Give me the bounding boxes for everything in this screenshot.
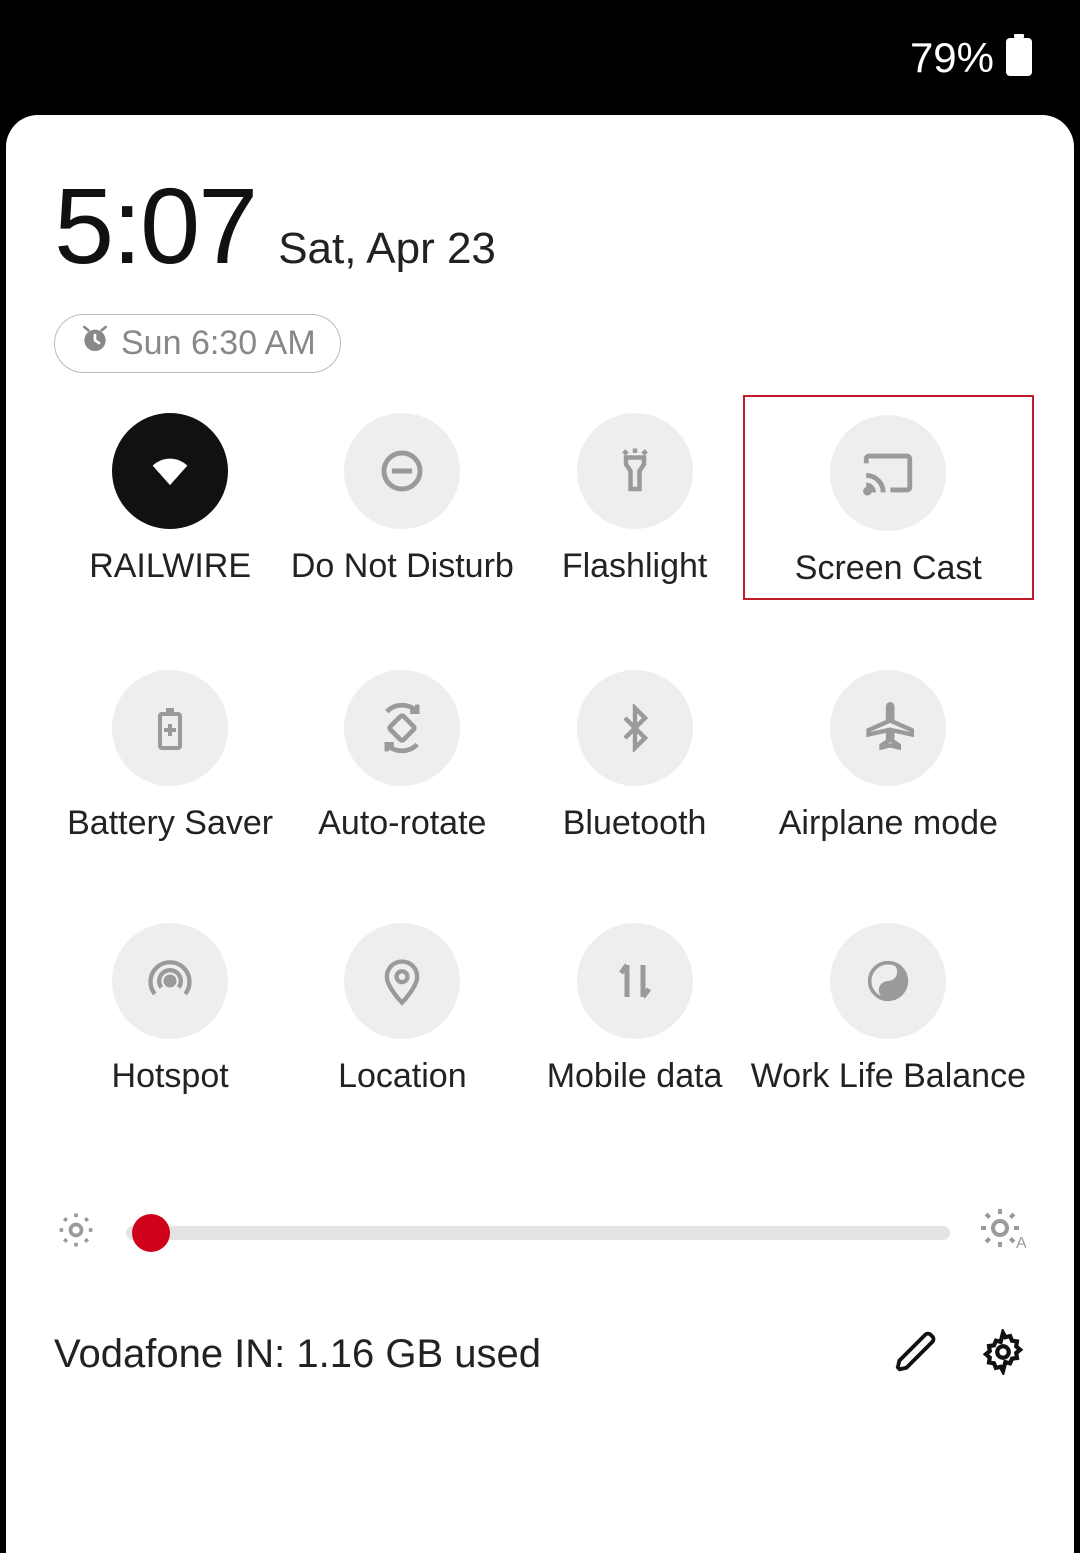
battery-icon <box>1006 34 1032 81</box>
tile-label: Mobile data <box>547 1057 723 1096</box>
svg-text:A: A <box>1016 1235 1026 1252</box>
tile-flashlight[interactable]: Flashlight <box>518 413 750 590</box>
tile-location[interactable]: Location <box>286 923 518 1096</box>
settings-icon[interactable] <box>980 1329 1026 1380</box>
tile-screencast[interactable]: Screen Cast <box>743 395 1034 600</box>
tile-airplane[interactable]: Airplane mode <box>751 670 1026 843</box>
alarm-chip[interactable]: Sun 6:30 AM <box>54 314 341 373</box>
tile-label: Screen Cast <box>795 549 982 588</box>
tile-label: RAILWIRE <box>89 547 251 586</box>
status-bar: 79% <box>0 0 1080 115</box>
clock-date: Sat, Apr 23 <box>278 224 496 274</box>
hotspot-icon[interactable] <box>112 923 228 1039</box>
tile-label: Hotspot <box>112 1057 229 1096</box>
battery-icon[interactable] <box>112 670 228 786</box>
tile-label: Location <box>338 1057 467 1096</box>
tile-label: Battery Saver <box>67 804 273 843</box>
tile-label: Auto-rotate <box>318 804 486 843</box>
clock-row: 5:07 Sat, Apr 23 <box>54 163 1026 288</box>
tile-batterysaver[interactable]: Battery Saver <box>54 670 286 843</box>
brightness-low-icon <box>54 1208 98 1257</box>
bluetooth-icon[interactable] <box>577 670 693 786</box>
tile-bluetooth[interactable]: Bluetooth <box>518 670 750 843</box>
quick-settings-panel: 5:07 Sat, Apr 23 Sun 6:30 AM RAILWIRE Do … <box>6 115 1074 1553</box>
tile-autorotate[interactable]: Auto-rotate <box>286 670 518 843</box>
clock-time: 5:07 <box>54 163 256 288</box>
airplane-icon[interactable] <box>830 670 946 786</box>
cast-icon[interactable] <box>830 415 946 531</box>
tile-label: Flashlight <box>562 547 708 586</box>
alarm-text: Sun 6:30 AM <box>121 324 316 363</box>
tile-label: Airplane mode <box>779 804 998 843</box>
tile-label: Work Life Balance <box>751 1057 1026 1096</box>
battery-percentage: 79% <box>910 34 994 82</box>
data-icon[interactable] <box>577 923 693 1039</box>
footer-row: Vodafone IN: 1.16 GB used <box>54 1329 1026 1380</box>
rotate-icon[interactable] <box>344 670 460 786</box>
brightness-row: A <box>54 1206 1026 1259</box>
brightness-auto-icon[interactable]: A <box>978 1206 1026 1259</box>
dnd-icon[interactable] <box>344 413 460 529</box>
tile-label: Do Not Disturb <box>291 547 514 586</box>
tile-worklife[interactable]: Work Life Balance <box>751 923 1026 1096</box>
brightness-slider[interactable] <box>126 1226 950 1240</box>
tile-mobiledata[interactable]: Mobile data <box>518 923 750 1096</box>
tile-wifi[interactable]: RAILWIRE <box>54 413 286 590</box>
quick-tiles-grid: RAILWIRE Do Not Disturb Flashlight Screen C… <box>54 413 1026 1096</box>
flashlight-icon[interactable] <box>577 413 693 529</box>
data-usage-text[interactable]: Vodafone IN: 1.16 GB used <box>54 1332 854 1377</box>
tile-label: Bluetooth <box>563 804 707 843</box>
tile-hotspot[interactable]: Hotspot <box>54 923 286 1096</box>
brightness-thumb[interactable] <box>132 1214 170 1252</box>
edit-icon[interactable] <box>894 1329 940 1380</box>
wifi-icon[interactable] <box>112 413 228 529</box>
location-icon[interactable] <box>344 923 460 1039</box>
alarm-icon <box>79 323 111 364</box>
tile-dnd[interactable]: Do Not Disturb <box>286 413 518 590</box>
balance-icon[interactable] <box>830 923 946 1039</box>
